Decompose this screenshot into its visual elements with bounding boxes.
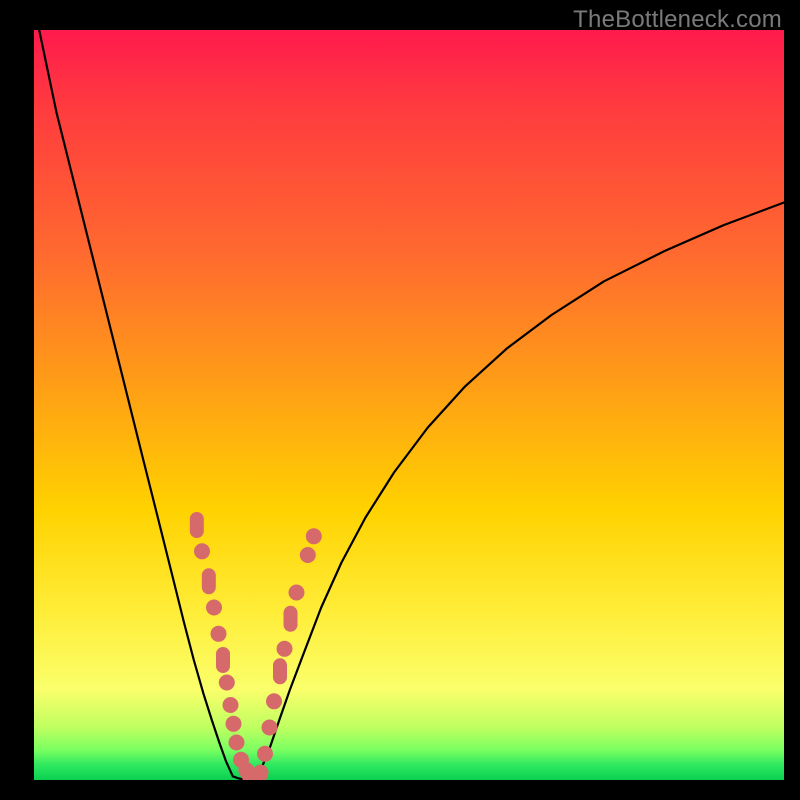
data-marker <box>289 585 305 601</box>
data-marker <box>206 600 222 616</box>
chart-frame: TheBottleneck.com <box>0 0 800 800</box>
data-marker <box>266 693 282 709</box>
data-marker <box>284 606 298 632</box>
data-marker <box>202 568 216 594</box>
data-marker <box>300 547 316 563</box>
chart-curve-layer <box>34 30 784 780</box>
data-marker <box>226 716 242 732</box>
data-marker <box>253 765 269 781</box>
data-marker <box>190 512 204 538</box>
data-marker <box>211 626 227 642</box>
data-markers <box>190 512 322 780</box>
chart-gradient-area <box>34 30 784 780</box>
data-marker <box>219 675 235 691</box>
data-marker <box>257 746 273 762</box>
data-marker <box>216 647 230 673</box>
data-marker <box>194 543 210 559</box>
data-marker <box>306 528 322 544</box>
data-marker <box>273 658 287 684</box>
data-marker <box>262 720 278 736</box>
data-marker <box>223 697 239 713</box>
bottleneck-curve <box>39 30 784 779</box>
data-marker <box>277 641 293 657</box>
data-marker <box>229 735 245 751</box>
